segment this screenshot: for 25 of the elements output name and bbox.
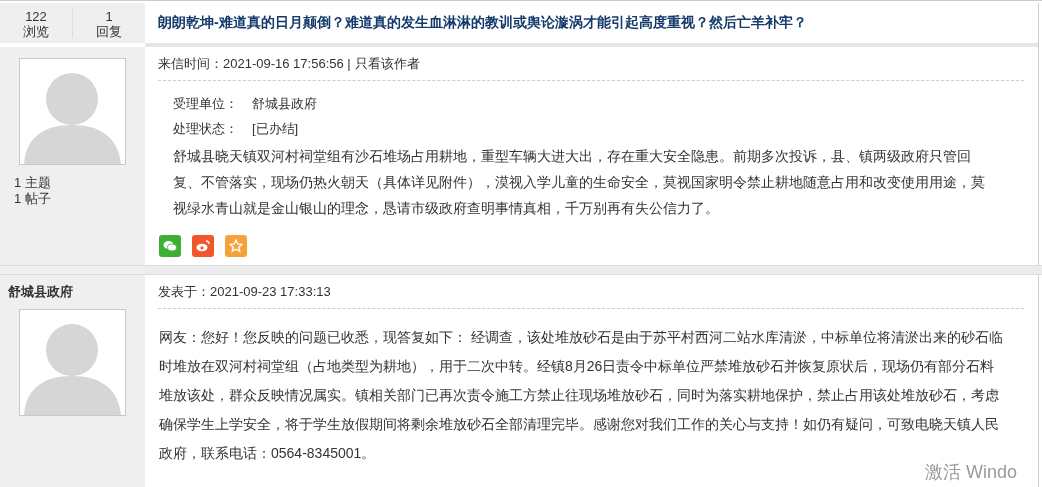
views-label: 浏览 xyxy=(23,24,49,39)
author-name: 舒城县政府 xyxy=(7,283,73,301)
avatar-icon xyxy=(19,58,126,165)
author-only-link[interactable]: 只看该作者 xyxy=(354,55,420,73)
field-label: 处理状态： xyxy=(173,120,238,137)
weibo-share-button[interactable] xyxy=(192,235,214,257)
avatar-icon xyxy=(19,309,126,416)
replies-label: 回复 xyxy=(96,24,122,39)
star-icon xyxy=(229,239,243,253)
author-stat: 1 主题 xyxy=(14,175,51,191)
post-time: 来信时间：2021-09-16 17:56:56 | xyxy=(158,55,351,73)
post-body: 网友：您好！您反映的问题已收悉，现答复如下： 经调查，该处堆放砂石是由于苏平村西河二站水库清淤，中标单位将清淤出来的砂石临时堆放在双河村祠堂组（占地类型为耕地），用于二次中转。经镇8月26日责令中标单位严禁堆放砂石并恢复原状后，现场仍有部分石料堆放该处，群众反映情况属实。镇相关部门已再次责令施工方禁止往现场堆放砂石，同时为落实耕地保护，禁止占用该处堆放砂石，考虑确保学生上学安全，将于学生放假期间将剩余堆放砂石全部清理完毕。感谢您对我们工作的关心与支持！如仍有疑问，可致电晓天镇人民政府，联系电话：0564-8345001。 xyxy=(159,328,1004,463)
field-value: [已办结] xyxy=(252,120,299,137)
author-stat: 1 帖子 xyxy=(14,191,51,207)
wechat-share-button[interactable] xyxy=(159,235,181,257)
post-body: 舒城县晓天镇双河村祠堂组有沙石堆场占用耕地，重型车辆大进大出，存在重大安全隐患。前期多次投诉，县、镇两级政府只管回复、不管落实，现场仍热火朝天（具体详见附件），漠视入学儿童的生命安全，莫视国家明令禁止耕地随意占用和改变使用用途，莫视绿水青山就是金山银山的理念，恳请市级政府查明事情真相，千万别再有失公信力了。 xyxy=(173,147,986,218)
view-count: 122 xyxy=(25,9,47,24)
field-label: 受理单位： xyxy=(173,95,238,112)
chat-bubbles-icon xyxy=(163,240,177,252)
post-time: 发表于：2021-09-23 17:33:13 xyxy=(158,283,331,301)
field-value: 舒城县政府 xyxy=(252,95,317,112)
favorite-button[interactable] xyxy=(225,235,247,257)
eye-icon xyxy=(196,240,210,252)
reply-count: 1 xyxy=(105,9,113,24)
activation-notice: 激活 Windo xyxy=(925,461,1018,483)
